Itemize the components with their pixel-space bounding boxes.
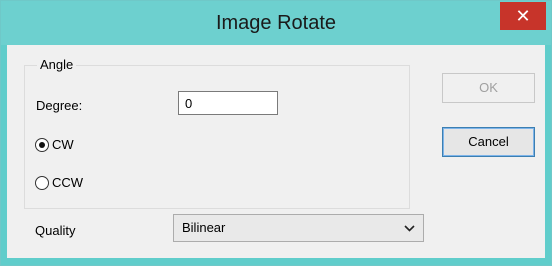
angle-group-title: Angle bbox=[37, 57, 77, 72]
quality-dropdown[interactable]: Bilinear bbox=[173, 214, 424, 242]
title-bar: Image Rotate ✕ bbox=[1, 1, 551, 45]
close-icon: ✕ bbox=[515, 6, 531, 26]
ccw-radio-option[interactable]: CCW bbox=[35, 175, 83, 190]
chevron-down-icon bbox=[404, 215, 415, 241]
dialog-title: Image Rotate bbox=[215, 12, 337, 34]
cw-radio-button[interactable] bbox=[35, 137, 49, 152]
image-rotate-dialog: Image Rotate ✕ Angle Degree: CW CCW Qual… bbox=[0, 0, 552, 266]
degree-input[interactable] bbox=[178, 91, 278, 115]
ccw-label: CCW bbox=[52, 175, 84, 190]
cancel-button[interactable]: Cancel bbox=[442, 127, 535, 157]
close-button[interactable]: ✕ bbox=[500, 2, 546, 30]
degree-label: Degree: bbox=[36, 98, 83, 113]
quality-selected-value: Bilinear bbox=[182, 220, 226, 235]
ok-button[interactable]: OK bbox=[442, 73, 535, 103]
quality-label: Quality bbox=[35, 223, 76, 238]
cw-label: CW bbox=[52, 137, 74, 152]
dialog-body: Angle Degree: CW CCW Quality Bilinear OK… bbox=[7, 45, 545, 258]
cw-radio-option[interactable]: CW bbox=[35, 137, 74, 152]
ccw-radio-button[interactable] bbox=[35, 175, 49, 190]
